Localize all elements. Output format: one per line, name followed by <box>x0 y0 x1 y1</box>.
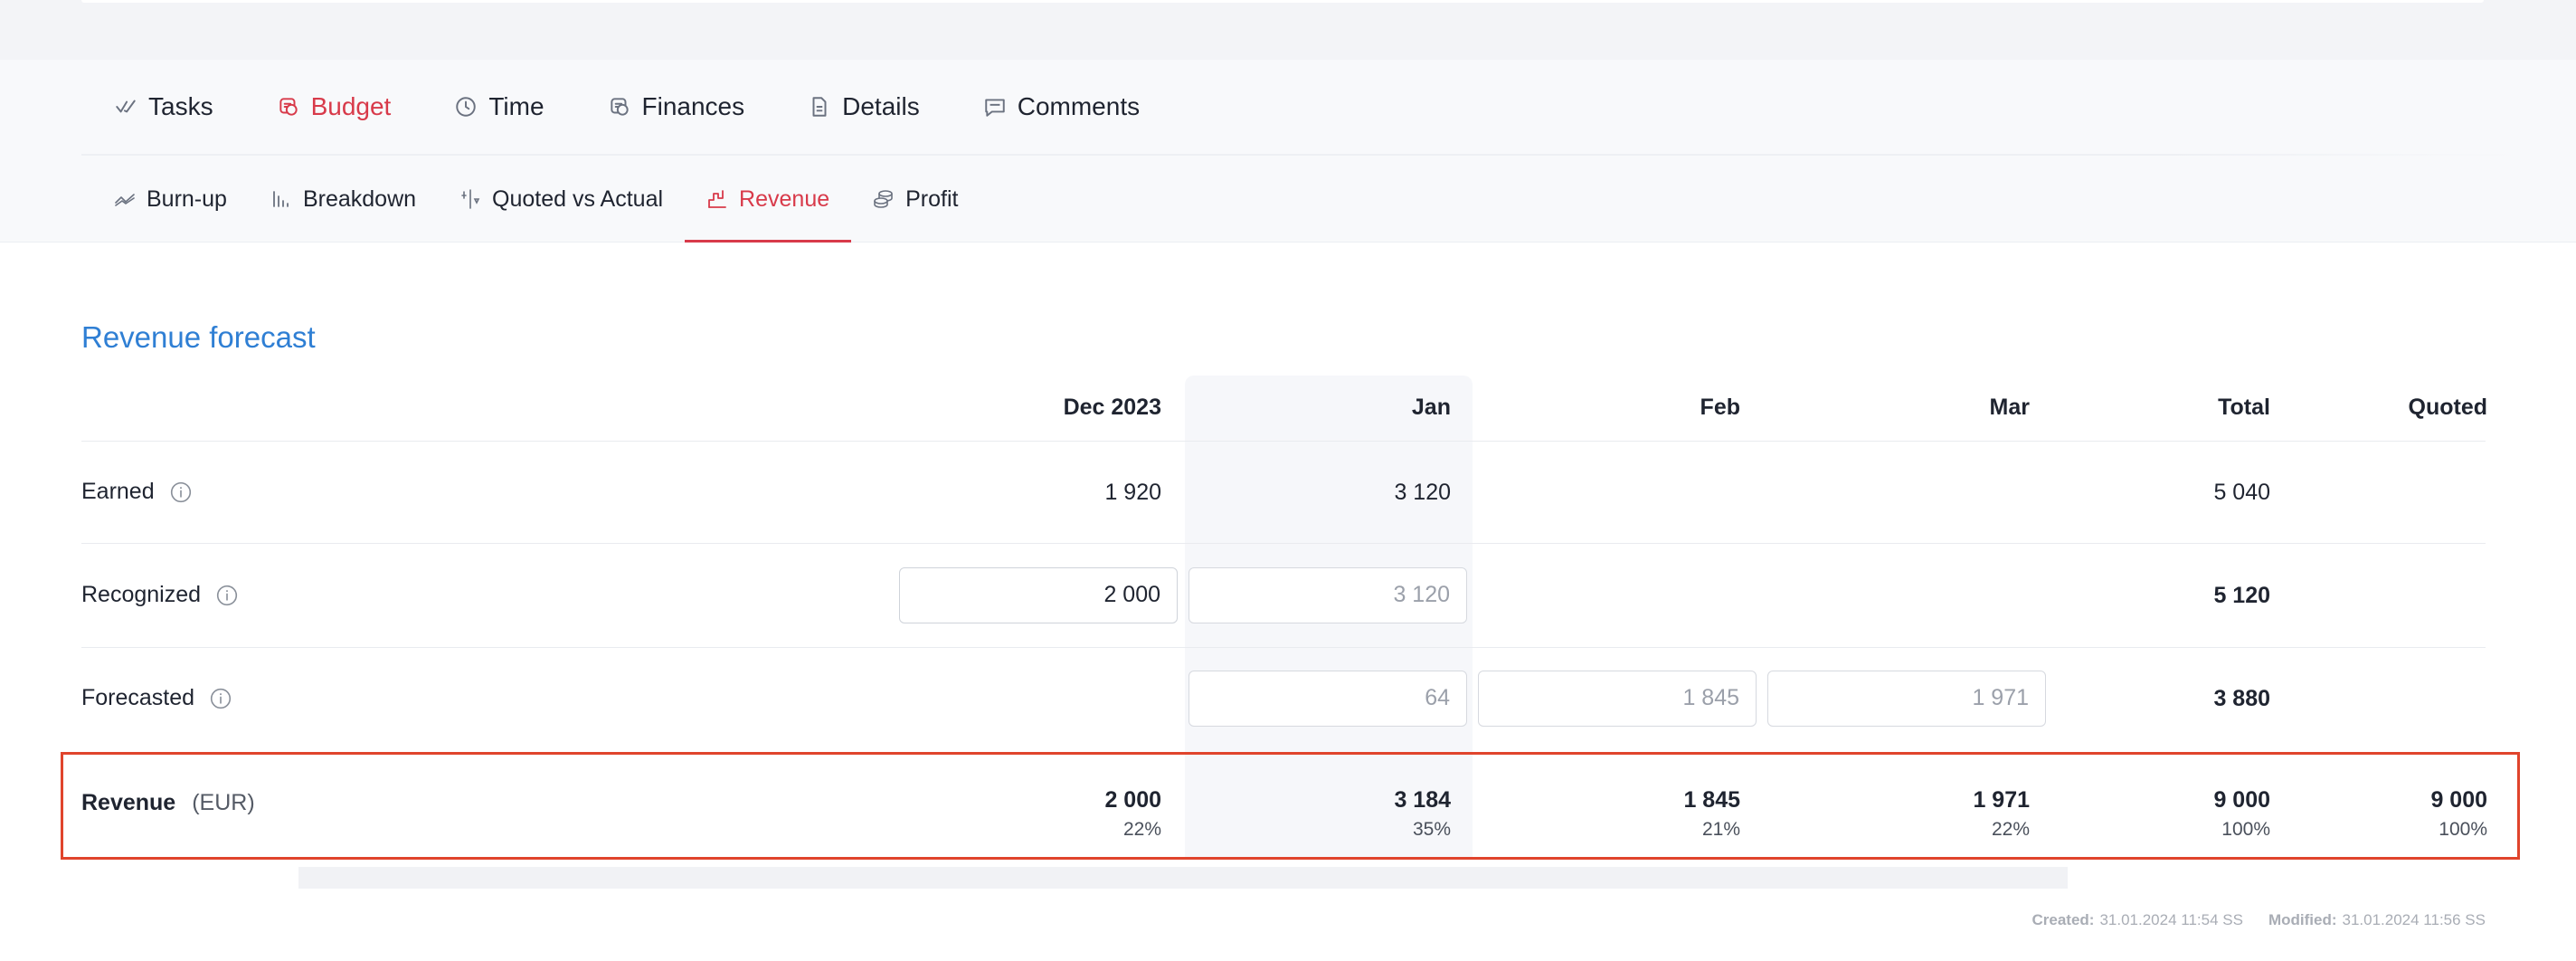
modified-label: Modified: <box>2268 911 2337 928</box>
subtab-label: Profit <box>905 186 959 212</box>
coins-icon <box>608 95 631 119</box>
tab-details[interactable]: Details <box>808 92 920 121</box>
created-value: 31.01.2024 11:54 SS <box>2099 911 2243 928</box>
tab-tasks[interactable]: Tasks <box>114 92 213 121</box>
recognized-total-value: 5 120 <box>2213 583 2270 608</box>
column-header-mar: Mar <box>1989 395 2030 420</box>
forecasted-total-value: 3 880 <box>2213 686 2270 711</box>
revenue-dec-percent: 22% <box>1122 819 1161 840</box>
revenue-row-highlight <box>61 752 2520 860</box>
info-icon[interactable] <box>215 584 239 607</box>
column-header-feb: Feb <box>1700 395 1740 420</box>
row-divider <box>81 441 2486 442</box>
column-header-dec: Dec 2023 <box>1063 395 1161 420</box>
top-strip <box>0 0 2576 60</box>
info-icon[interactable] <box>169 480 193 504</box>
horizontal-scrollbar[interactable] <box>298 867 2068 889</box>
sub-tabs: Burn-up Breakdown Quoted vs Actual Reven… <box>114 156 980 243</box>
created-label: Created: <box>2031 911 2095 928</box>
tab-label: Details <box>842 92 920 120</box>
revenue-label: Revenue <box>81 790 176 815</box>
row-divider <box>81 543 2486 544</box>
top-card <box>81 0 2484 3</box>
tab-time[interactable]: Time <box>454 92 545 121</box>
checkmarks-icon <box>114 95 137 119</box>
subtab-label: Burn-up <box>147 186 227 212</box>
revenue-dec-value: 2 000 <box>1104 787 1161 813</box>
row-divider <box>81 647 2486 648</box>
subtab-revenue[interactable]: Revenue <box>685 156 852 243</box>
forecasted-label: Forecasted <box>81 685 195 710</box>
row-label-forecasted: Forecasted <box>81 685 232 711</box>
recognized-jan-input[interactable]: 3 120 <box>1189 567 1467 623</box>
subtab-breakdown[interactable]: Breakdown <box>249 156 438 243</box>
tab-budget[interactable]: Budget <box>277 92 392 121</box>
earned-label: Earned <box>81 479 155 504</box>
column-header-quoted: Quoted <box>2408 395 2488 420</box>
forecasted-jan-input[interactable]: 64 <box>1189 671 1467 727</box>
created-info: Created: 31.01.2024 11:54 SS <box>2031 911 2242 929</box>
forecasted-feb-input[interactable]: 1 845 <box>1478 671 1757 727</box>
revenue-mar-value: 1 971 <box>1973 787 2030 813</box>
coin-stack-icon <box>873 188 895 210</box>
recognized-label: Recognized <box>81 582 202 607</box>
main-tabs: Tasks Budget Time Finances Details Comme… <box>114 60 1203 154</box>
revenue-quoted-percent: 100% <box>2439 819 2487 840</box>
recognized-dec-input[interactable]: 2 000 <box>899 567 1178 623</box>
revenue-feb-value: 1 845 <box>1683 787 1740 813</box>
tab-label: Budget <box>310 92 392 120</box>
forecasted-mar-input[interactable]: 1 971 <box>1767 671 2046 727</box>
row-label-earned: Earned <box>81 479 193 505</box>
revenue-feb-percent: 21% <box>1701 819 1740 840</box>
revenue-total-value: 9 000 <box>2213 787 2270 813</box>
subtab-label: Revenue <box>739 186 830 212</box>
column-header-jan: Jan <box>1411 395 1451 420</box>
revenue-jan-value: 3 184 <box>1394 787 1451 813</box>
footer-meta: Created: 31.01.2024 11:54 SS Modified: 31.… <box>2006 911 2486 929</box>
coins-icon <box>277 95 300 119</box>
document-icon <box>808 95 831 119</box>
revenue-mar-percent: 22% <box>1991 819 2030 840</box>
row-label-revenue: Revenue (EUR) <box>81 790 255 816</box>
tab-label: Tasks <box>148 92 213 120</box>
burnup-chart-icon <box>114 188 136 210</box>
tab-label: Time <box>488 92 545 120</box>
info-icon[interactable] <box>209 687 232 710</box>
subtab-burn-up[interactable]: Burn-up <box>114 156 249 243</box>
subtab-label: Breakdown <box>302 186 417 212</box>
tab-label: Finances <box>641 92 745 120</box>
currency-unit: (EUR) <box>192 790 255 815</box>
earned-jan-value: 3 120 <box>1394 480 1451 505</box>
tab-finances[interactable]: Finances <box>608 92 745 121</box>
revenue-jan-percent: 35% <box>1412 819 1451 840</box>
row-label-recognized: Recognized <box>81 582 239 608</box>
column-header-total: Total <box>2218 395 2270 420</box>
revenue-quoted-value: 9 000 <box>2430 787 2487 813</box>
modified-value: 31.01.2024 11:56 SS <box>2342 911 2486 928</box>
compare-icon <box>459 188 481 210</box>
section-title: Revenue forecast <box>81 320 316 354</box>
revenue-total-percent: 100% <box>2221 819 2270 840</box>
subtab-profit[interactable]: Profit <box>851 156 980 243</box>
tab-comments[interactable]: Comments <box>983 92 1140 121</box>
earned-total-value: 5 040 <box>2213 480 2270 505</box>
modified-info: Modified: 31.01.2024 11:56 SS <box>2268 911 2486 929</box>
earned-dec-value: 1 920 <box>1104 480 1161 505</box>
tabs-area: Tasks Budget Time Finances Details Comme… <box>0 60 2576 243</box>
step-chart-icon <box>706 188 728 210</box>
subtab-label: Quoted vs Actual <box>492 186 664 212</box>
subtab-quoted-vs-actual[interactable]: Quoted vs Actual <box>438 156 685 243</box>
speech-bubble-icon <box>983 95 1007 119</box>
clock-icon <box>454 95 478 119</box>
tab-label: Comments <box>1017 92 1141 120</box>
bar-chart-icon <box>270 188 292 210</box>
